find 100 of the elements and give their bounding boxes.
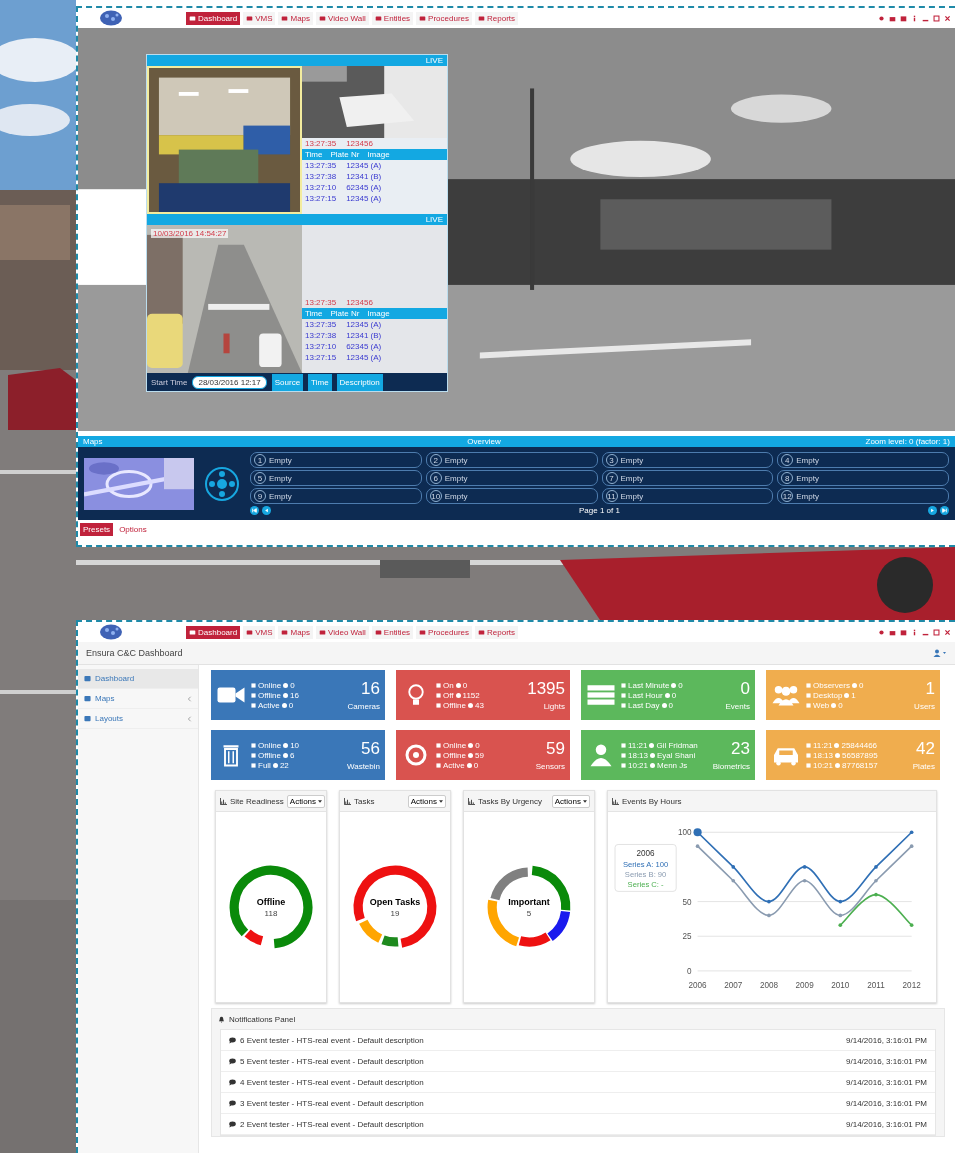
previous-page-icon[interactable]	[262, 506, 271, 515]
tile-value: 0	[740, 679, 750, 699]
nav-tab[interactable]: Entities	[371, 625, 414, 639]
bullet-icon	[436, 692, 441, 698]
notification-item[interactable]: 2 Event tester - HTS-real event - Default description 9/14/2016, 3:16:01 PM	[221, 1114, 935, 1135]
preset-slot[interactable]: 10 Empty	[425, 488, 598, 504]
camera-icon[interactable]	[889, 628, 896, 636]
nav-icon	[281, 628, 289, 636]
location-icon[interactable]	[878, 14, 885, 22]
nav-tab[interactable]: Procedures	[416, 625, 472, 639]
bottom-tab[interactable]: Presets	[80, 523, 114, 536]
nav-tab[interactable]: Video Wall	[316, 11, 369, 25]
preset-slot[interactable]: 1 Empty	[250, 452, 422, 468]
actions-dropdown[interactable]: Actions	[286, 794, 326, 808]
arrow-circle-icon	[455, 682, 461, 688]
stat-label: Last Minute	[628, 680, 670, 690]
preset-slot[interactable]: 2 Empty	[425, 452, 598, 468]
maximize-icon[interactable]	[933, 14, 940, 22]
nav-tab[interactable]: Dashboard	[186, 11, 241, 25]
notification-item[interactable]: 4 Event tester - HTS-real event - Default description 9/14/2016, 3:16:01 PM	[221, 1072, 935, 1093]
y-tick-label: 25	[682, 932, 692, 942]
last-page-icon[interactable]	[940, 506, 949, 515]
grid-icon[interactable]	[900, 14, 907, 22]
actions-dropdown[interactable]: Actions	[551, 794, 590, 808]
nav-icon	[419, 14, 427, 22]
x-tick-label: 2007	[724, 981, 743, 991]
notification-item[interactable]: 5 Event tester - HTS-real event - Default description 9/14/2016, 3:16:01 PM	[221, 1051, 935, 1072]
nav-tab[interactable]: Entities	[371, 11, 414, 25]
bullet-icon	[436, 682, 441, 688]
sidebar-item[interactable]: Layouts	[78, 709, 198, 729]
info-icon[interactable]	[911, 628, 918, 636]
bullet-icon	[251, 682, 256, 688]
nav-tab[interactable]: Reports	[475, 11, 518, 25]
stat-count: 22	[279, 760, 289, 770]
nav-tab[interactable]: Dashboard	[186, 625, 241, 639]
nav-icon	[189, 628, 196, 636]
stat-label: 11:21	[628, 740, 648, 750]
nav-tab[interactable]: VMS	[243, 625, 276, 639]
stat-count: Menn Js	[657, 760, 688, 770]
sidebar-label: Dashboard	[95, 674, 135, 683]
info-icon[interactable]	[911, 14, 918, 22]
arrow-circle-icon	[831, 702, 837, 708]
preset-slot[interactable]: 6 Empty	[425, 470, 598, 486]
bullet-icon	[251, 752, 256, 758]
joystick-icon[interactable]	[204, 465, 240, 502]
arrow-circle-icon	[650, 752, 656, 758]
y-tick-label: 50	[682, 897, 692, 907]
preset-slot[interactable]: 5 Empty	[250, 470, 422, 486]
camera-icon[interactable]	[889, 14, 896, 22]
comment-icon	[229, 1036, 236, 1044]
notification-item[interactable]: 3 Event tester - HTS-real event - Default description 9/14/2016, 3:16:01 PM	[221, 1093, 935, 1114]
grid-icon[interactable]	[900, 628, 907, 636]
bullet-icon	[806, 762, 811, 768]
notification-item[interactable]: 6 Event tester - HTS-real event - Default description 9/14/2016, 3:16:01 PM	[221, 1030, 935, 1051]
donut-count: 5	[526, 908, 532, 918]
nav-tab[interactable]: Procedures	[416, 11, 472, 25]
arrow-circle-icon	[844, 692, 850, 698]
close-icon[interactable]	[944, 14, 951, 22]
notification-text: 6 Event tester - HTS-real event - Default description	[240, 1035, 424, 1045]
preset-slot[interactable]: 12 Empty	[777, 488, 949, 504]
close-icon[interactable]	[944, 628, 951, 636]
first-page-icon[interactable]	[250, 506, 259, 515]
nav-tab[interactable]: Video Wall	[316, 625, 369, 639]
stat-label: Observers	[813, 680, 850, 690]
bullet-icon	[806, 692, 811, 698]
stat-count: 1	[851, 690, 856, 700]
actions-dropdown[interactable]: Actions	[407, 794, 446, 808]
bullet-icon	[436, 762, 441, 768]
arrow-circle-icon	[664, 692, 670, 698]
preset-slot[interactable]: 7 Empty	[601, 470, 774, 486]
arrow-circle-icon	[283, 682, 289, 688]
user-menu-icon[interactable]	[933, 649, 947, 657]
stat-count: 6	[290, 750, 295, 760]
tile-value: 56	[361, 739, 380, 759]
nav-tab[interactable]: Reports	[475, 625, 518, 639]
caret-icon	[439, 799, 443, 803]
preset-slot[interactable]: 8 Empty	[777, 470, 949, 486]
preset-slot[interactable]: 11 Empty	[601, 488, 774, 504]
nav-tab[interactable]: Maps	[278, 11, 314, 25]
notification-time: 9/14/2016, 3:16:01 PM	[846, 1035, 927, 1045]
sidebar-item[interactable]: Dashboard	[78, 669, 198, 689]
preset-slot[interactable]: 3 Empty	[601, 452, 774, 468]
stat-label: Active	[443, 760, 465, 770]
notification-text: 3 Event tester - HTS-real event - Default description	[240, 1098, 424, 1108]
bottom-tab[interactable]: Options	[116, 523, 150, 536]
notification-time: 9/14/2016, 3:16:01 PM	[846, 1056, 927, 1066]
nav-tab[interactable]: VMS	[243, 11, 276, 25]
stat-count: 25844466	[841, 740, 878, 750]
maximize-icon[interactable]	[933, 628, 940, 636]
preset-slot[interactable]: 4 Empty	[777, 452, 949, 468]
location-icon[interactable]	[878, 628, 885, 636]
tile-label: Plates	[912, 762, 935, 771]
stat-count: 0	[671, 690, 677, 700]
next-page-icon[interactable]	[928, 506, 937, 515]
bullet-icon	[621, 762, 626, 768]
arrow-circle-icon	[650, 762, 656, 768]
nav-icon	[374, 14, 382, 22]
sidebar-item[interactable]: Maps	[78, 689, 198, 709]
nav-tab[interactable]: Maps	[278, 625, 314, 639]
preset-slot[interactable]: 9 Empty	[250, 488, 422, 504]
